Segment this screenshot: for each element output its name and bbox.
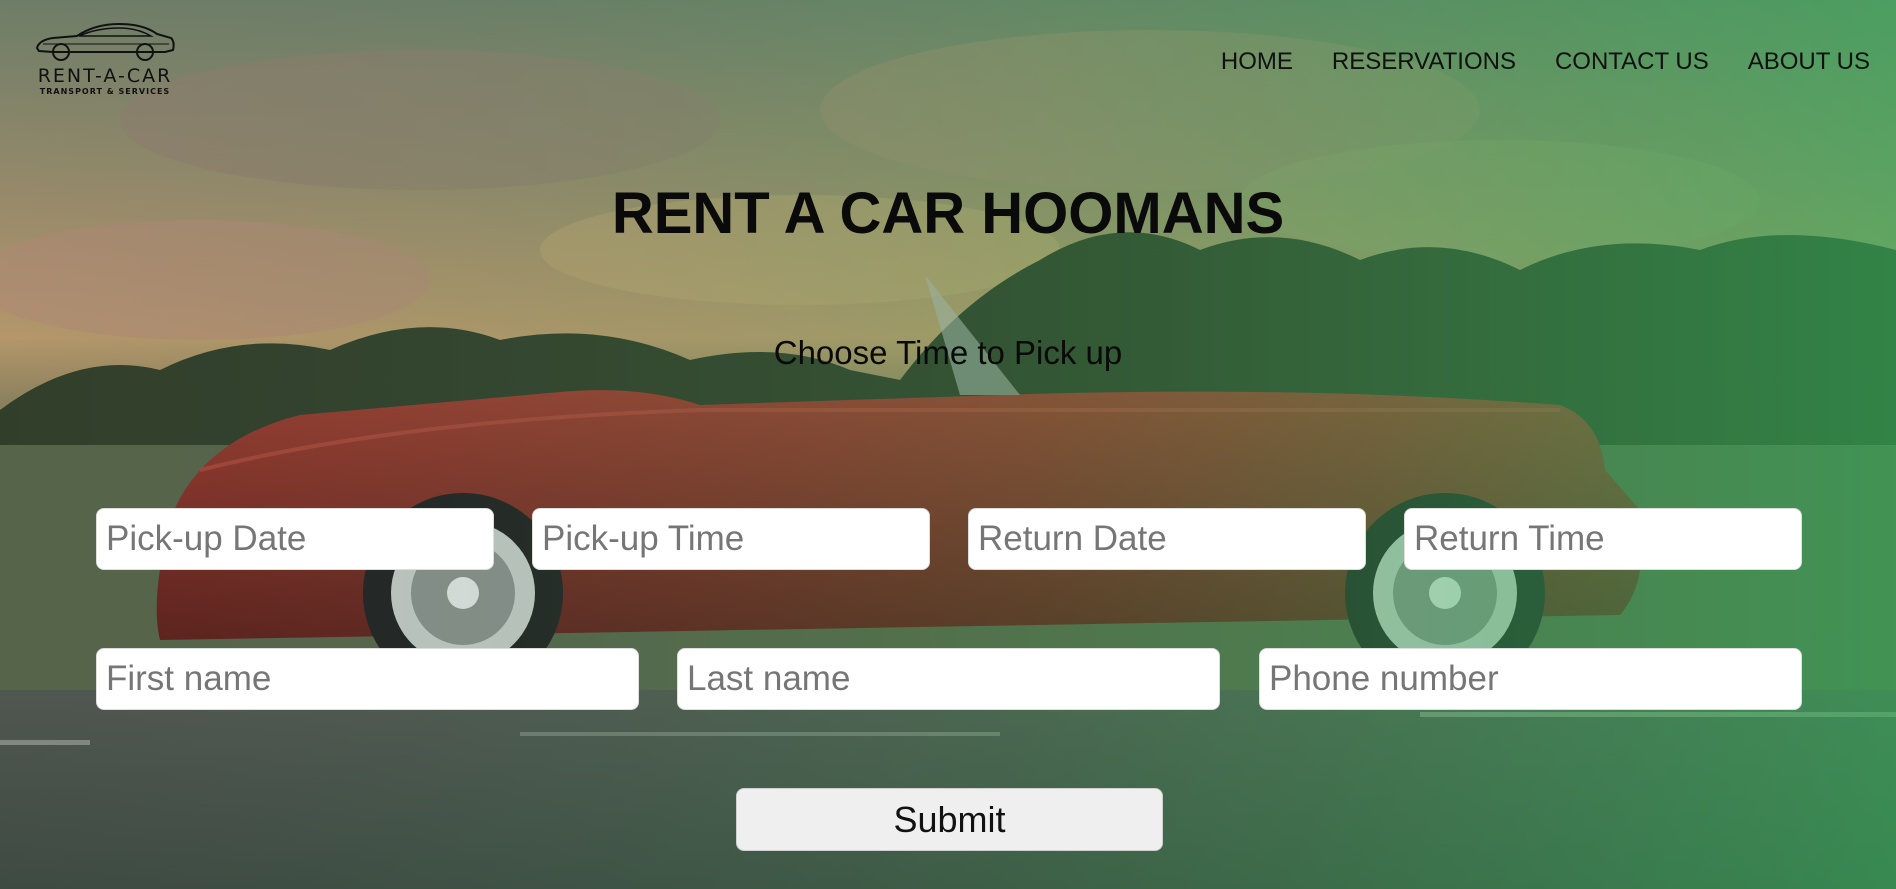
brand-name: RENT-A-CAR xyxy=(37,65,173,87)
page-title: RENT A CAR HOOMANS xyxy=(611,181,1285,246)
phone-number-input[interactable] xyxy=(1259,648,1802,710)
nav-contact-us[interactable]: CONTACT US xyxy=(1555,48,1709,76)
return-date-input[interactable] xyxy=(968,508,1366,570)
background-photo xyxy=(0,0,1896,889)
car-logo-icon xyxy=(35,22,175,61)
submit-button[interactable]: Submit xyxy=(736,788,1163,851)
brand-logo[interactable]: RENT-A-CAR TRANSPORT & SERVICES xyxy=(30,18,180,108)
page: RENT-A-CAR TRANSPORT & SERVICES HOME RES… xyxy=(0,0,1896,889)
nav-home[interactable]: HOME xyxy=(1221,48,1293,76)
return-time-input[interactable] xyxy=(1404,508,1802,570)
nav-about-us[interactable]: ABOUT US xyxy=(1748,48,1870,76)
first-name-input[interactable] xyxy=(96,648,639,710)
nav-reservations[interactable]: RESERVATIONS xyxy=(1332,48,1516,76)
last-name-input[interactable] xyxy=(677,648,1220,710)
brand-tagline: TRANSPORT & SERVICES xyxy=(39,87,171,96)
pickup-time-input[interactable] xyxy=(532,508,930,570)
page-subtitle: Choose Time to Pick up xyxy=(773,334,1123,371)
pickup-date-input[interactable] xyxy=(96,508,494,570)
main-nav: HOME RESERVATIONS CONTACT US ABOUT US xyxy=(1221,48,1870,76)
